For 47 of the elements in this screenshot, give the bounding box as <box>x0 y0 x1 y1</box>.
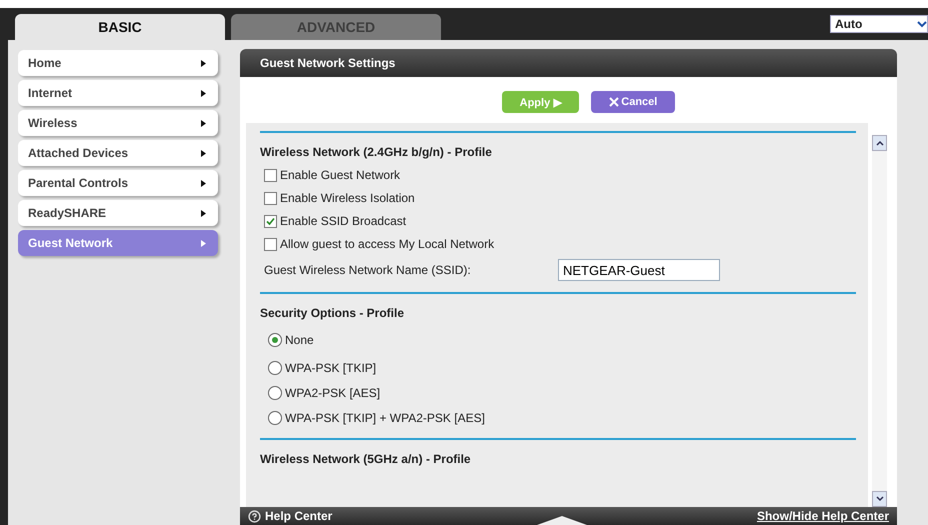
radio-label: WPA-PSK [TKIP] <box>285 361 376 375</box>
field-label: Guest Wireless Network Name (SSID): <box>264 263 471 277</box>
cancel-button[interactable]: Cancel <box>591 91 676 113</box>
radio-label: None <box>285 333 314 347</box>
sidebar-item[interactable]: Home <box>18 50 218 76</box>
triangle-right-icon <box>201 150 206 156</box>
nav-tab[interactable]: BASIC <box>15 14 225 40</box>
radio-button[interactable] <box>268 333 282 347</box>
checkbox-label: Enable Wireless Isolation <box>280 191 415 205</box>
section-title: Wireless Network (5GHz a/n) - Profile <box>260 452 472 466</box>
checkbox[interactable] <box>264 192 277 204</box>
ssid-input[interactable]: NETGEAR-Guest <box>558 259 720 281</box>
close-icon <box>609 97 620 107</box>
checkbox-label: Enable Guest Network <box>280 168 400 182</box>
radio-button[interactable] <box>268 411 282 425</box>
help-title: Help Center <box>265 509 332 523</box>
sidebar-item[interactable]: Wireless <box>18 110 218 136</box>
show-hide-help-link[interactable]: Show/Hide Help Center <box>756 509 889 523</box>
checkbox[interactable] <box>264 238 277 250</box>
sidebar-item[interactable]: Parental Controls <box>18 170 218 196</box>
triangle-up-icon[interactable] <box>537 515 587 525</box>
chevron-up-icon <box>876 140 884 146</box>
sidebar-item[interactable]: Attached Devices <box>18 140 218 166</box>
radio-button[interactable] <box>268 361 282 375</box>
checkbox[interactable] <box>264 168 277 182</box>
panel-title: Guest Network Settings <box>240 49 897 77</box>
sidebar-item[interactable]: Internet <box>18 80 218 106</box>
checkbox[interactable] <box>264 214 277 228</box>
checkbox-label: Allow guest to access My Local Network <box>280 237 494 251</box>
radio-button[interactable] <box>268 386 282 400</box>
chevron-down-icon <box>917 20 927 28</box>
language-select[interactable]: Auto <box>830 15 928 33</box>
help-icon <box>248 510 261 522</box>
radio-label: WPA-PSK [TKIP] + WPA2-PSK [AES] <box>285 411 485 425</box>
triangle-right-icon <box>201 240 206 246</box>
triangle-right-icon <box>201 120 206 126</box>
scrollbar[interactable] <box>872 135 887 507</box>
checkbox-label: Enable SSID Broadcast <box>280 214 406 228</box>
section-title: Wireless Network (2.4GHz b/g/n) - Profile <box>260 145 493 159</box>
radio-label: WPA2-PSK [AES] <box>285 386 380 400</box>
chevron-down-icon <box>876 496 884 502</box>
triangle-right-icon <box>201 60 206 66</box>
triangle-right-icon <box>201 180 206 186</box>
triangle-right-icon <box>201 210 206 216</box>
triangle-right-icon <box>201 90 206 96</box>
sidebar-item[interactable]: ReadySHARE <box>18 200 218 226</box>
section-title: Security Options - Profile <box>260 306 406 320</box>
